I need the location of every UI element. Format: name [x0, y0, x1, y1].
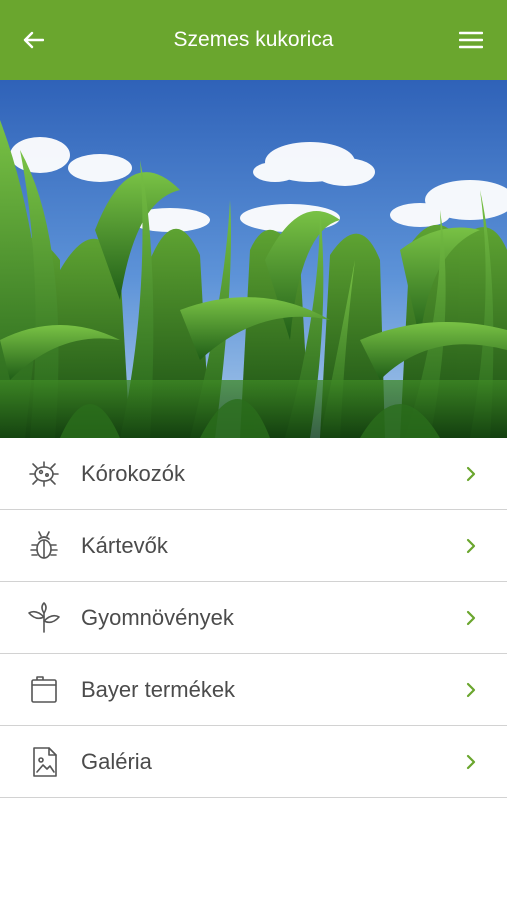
- list-item-bayer-termekek[interactable]: Bayer termékek: [0, 654, 507, 726]
- page-title: Szemes kukorica: [173, 28, 334, 51]
- corn-field-photo: [0, 80, 507, 438]
- category-list: Kórokozók Kártevők Gyomnövények Bayer te…: [0, 438, 507, 798]
- gallery-image-icon: [33, 747, 57, 777]
- list-item-kartevok[interactable]: Kártevők: [0, 510, 507, 582]
- chevron-right-icon: [466, 754, 476, 770]
- chevron-right-icon: [466, 466, 476, 482]
- list-item-label: Galéria: [81, 749, 152, 774]
- list-item-label: Gyomnövények: [81, 605, 234, 630]
- list-item-galeria[interactable]: Galéria: [0, 726, 507, 798]
- hero-image: [0, 80, 507, 438]
- chevron-right-icon: [466, 682, 476, 698]
- back-button[interactable]: [22, 22, 62, 58]
- menu-button[interactable]: [453, 22, 489, 58]
- list-item-gyomnovenyek[interactable]: Gyomnövények: [0, 582, 507, 654]
- pathogen-icon: [29, 461, 59, 487]
- chevron-right-icon: [466, 538, 476, 554]
- list-item-label: Bayer termékek: [81, 677, 236, 702]
- bug-icon: [30, 531, 58, 559]
- list-item-label: Kártevők: [81, 533, 168, 558]
- list-item-label: Kórokozók: [81, 461, 185, 486]
- list-item-korokozok[interactable]: Kórokozók: [0, 438, 507, 510]
- product-package-icon: [31, 676, 57, 703]
- hamburger-menu-icon: [459, 31, 483, 49]
- chevron-right-icon: [466, 610, 476, 626]
- weed-plant-icon: [28, 602, 60, 633]
- arrow-left-icon: [23, 31, 44, 49]
- top-app-bar: Szemes kukorica: [0, 0, 507, 80]
